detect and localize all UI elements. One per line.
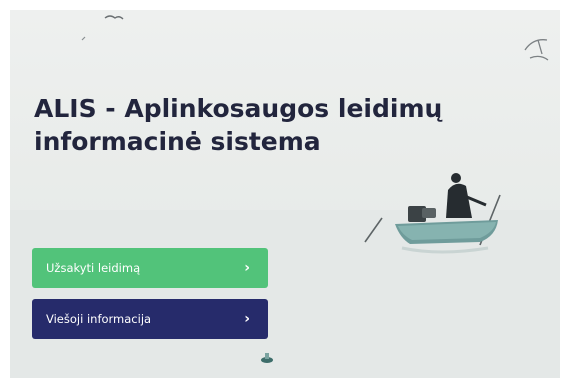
bird-icon (81, 36, 86, 41)
bird-icon (104, 15, 124, 20)
order-permit-button[interactable]: Užsakyti leidimą › (32, 248, 268, 288)
chevron-right-icon: › (244, 311, 250, 327)
hero-banner: ALIS - Aplinkosaugos leidimų informacinė… (10, 10, 560, 378)
public-information-button[interactable]: Viešoji informacija › (32, 299, 268, 339)
order-permit-button-label: Užsakyti leidimą (46, 261, 141, 275)
bird-icon (524, 39, 549, 61)
chevron-right-icon: › (244, 260, 250, 276)
page-title: ALIS - Aplinkosaugos leidimų informacinė… (34, 94, 443, 156)
public-information-button-label: Viešoji informacija (46, 312, 152, 326)
